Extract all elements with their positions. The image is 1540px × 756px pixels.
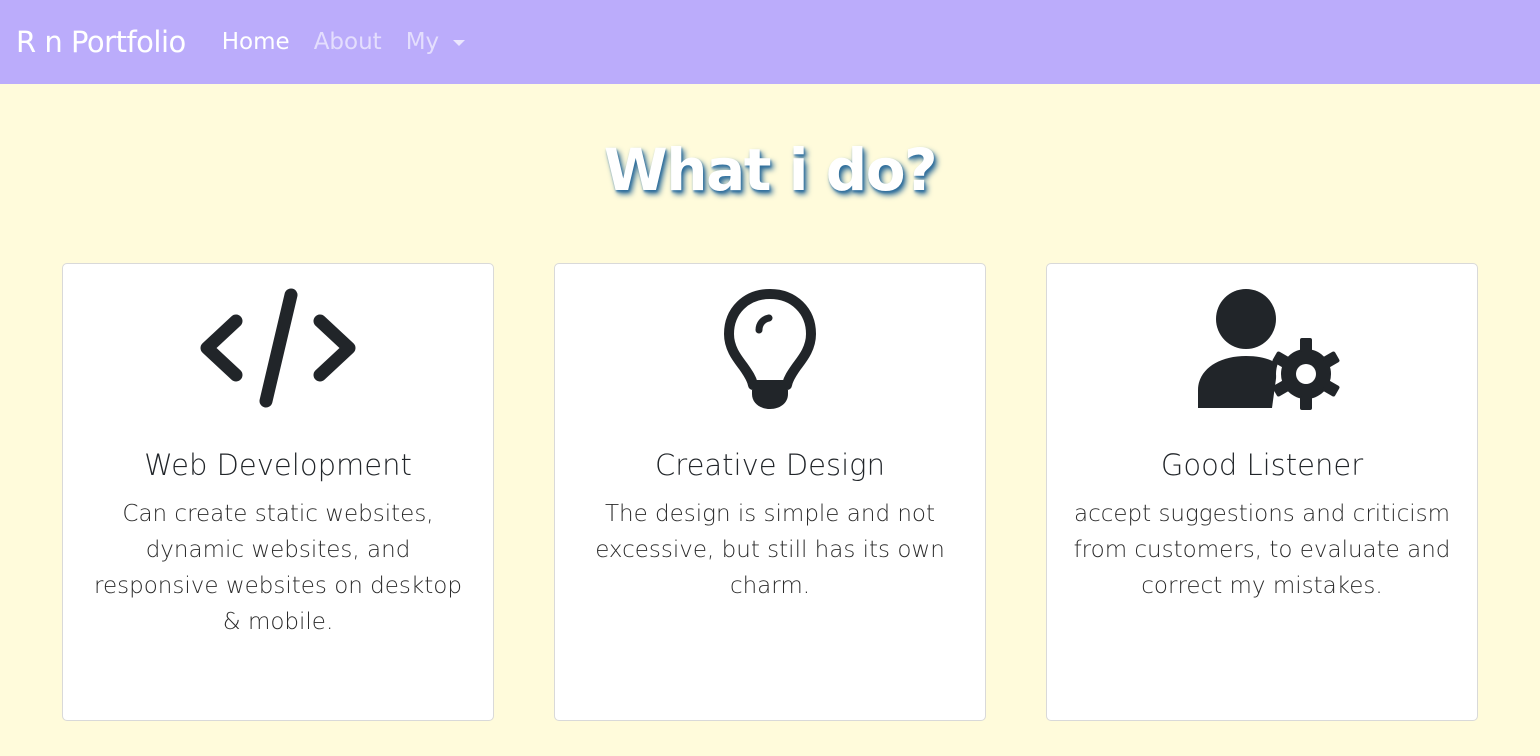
card-text: accept suggestions and criticism from cu… — [1073, 501, 1451, 599]
caret-down-icon — [453, 40, 466, 46]
services-cards: Web Development Can create static websit… — [62, 263, 1478, 721]
card-title: Creative Design — [655, 448, 885, 482]
nav-my-dropdown[interactable]: My — [405, 29, 466, 55]
person-gear-icon — [1182, 288, 1342, 412]
card-title: Good Listener — [1160, 448, 1364, 482]
card-web-development: Web Development Can create static websit… — [62, 263, 494, 721]
lightbulb-icon — [690, 288, 850, 412]
card-text: The design is simple and not excessive, … — [595, 501, 945, 599]
nav-about-link[interactable]: About — [314, 29, 382, 55]
navbar: R n Portfolio Home About My — [0, 0, 1540, 84]
code-icon — [198, 288, 358, 412]
card-text: Can create static websites, dynamic webs… — [94, 501, 462, 635]
card-creative-design: Creative Design The design is simple and… — [554, 263, 986, 721]
brand-link[interactable]: R n Portfolio — [16, 25, 186, 59]
section-heading: What i do? — [603, 136, 938, 204]
nav-my-label: My — [405, 29, 440, 55]
card-title: Web Development — [144, 448, 412, 482]
card-good-listener: Good Listener accept suggestions and cri… — [1046, 263, 1478, 721]
nav-home-link[interactable]: Home — [222, 29, 290, 55]
